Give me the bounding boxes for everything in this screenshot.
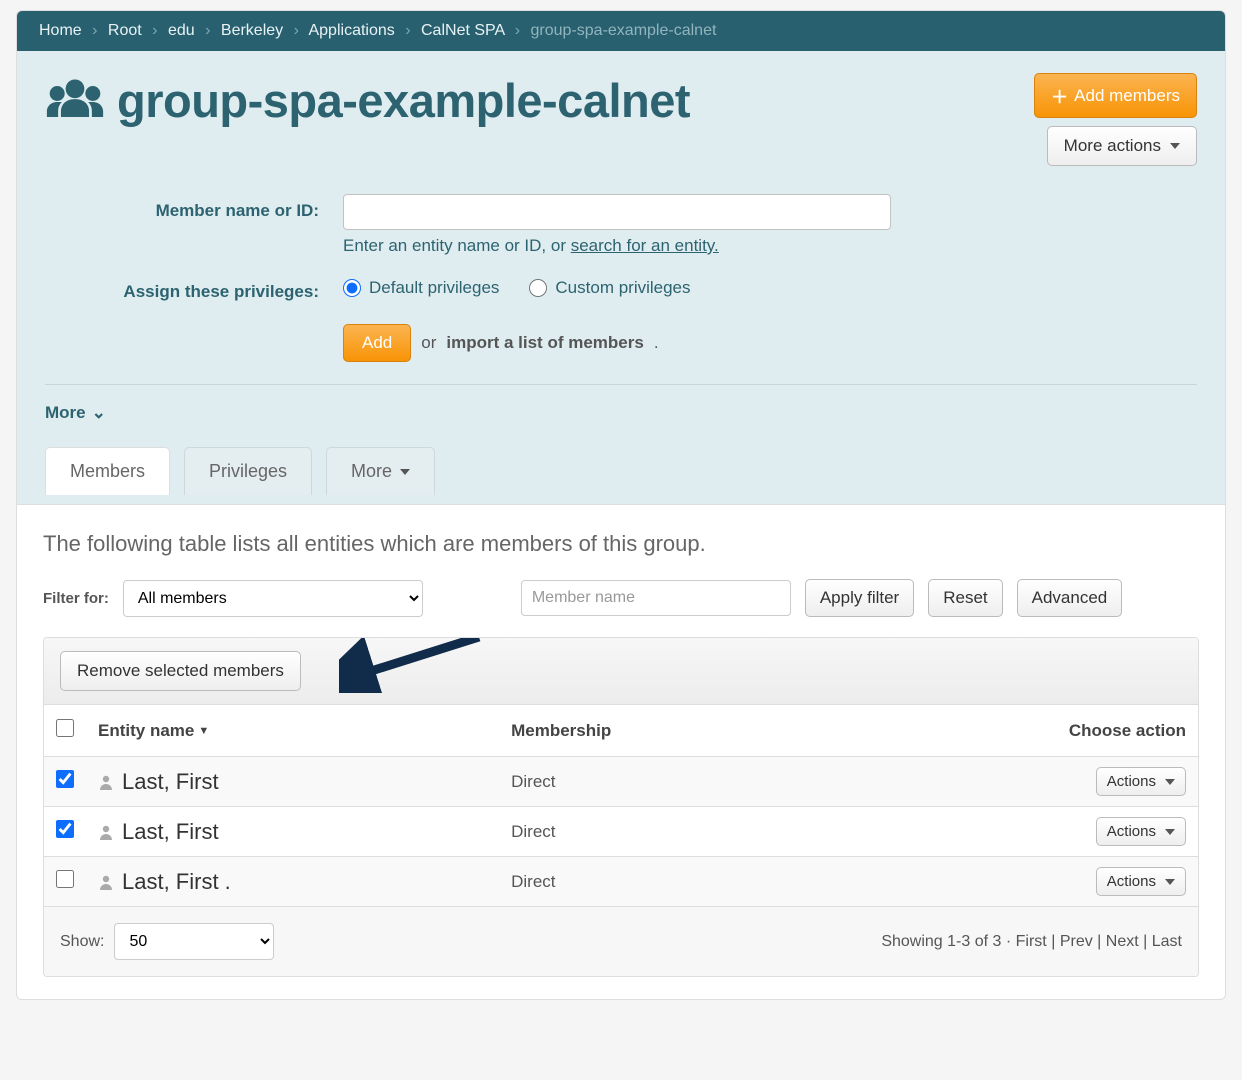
pager-next[interactable]: Next bbox=[1106, 933, 1139, 950]
member-name-input[interactable] bbox=[343, 194, 891, 230]
tab-members[interactable]: Members bbox=[45, 447, 170, 495]
membership-cell: Direct bbox=[499, 757, 826, 807]
column-entity-name[interactable]: Entity name ▼ bbox=[86, 705, 499, 757]
members-description: The following table lists all entities w… bbox=[43, 531, 1199, 557]
period-text: . bbox=[654, 333, 659, 353]
privilege-radio-default[interactable]: Default privileges bbox=[343, 278, 499, 298]
add-members-label: Add members bbox=[1074, 86, 1180, 106]
assign-privileges-label: Assign these privileges: bbox=[45, 282, 343, 302]
pager-summary: Showing 1-3 of 3 bbox=[881, 933, 1001, 950]
row-actions-button[interactable]: Actions bbox=[1096, 817, 1186, 846]
breadcrumb-item[interactable]: Applications bbox=[308, 22, 394, 39]
privilege-radio-custom[interactable]: Custom privileges bbox=[529, 278, 690, 298]
person-icon bbox=[98, 824, 114, 840]
person-icon bbox=[98, 874, 114, 890]
tab-more[interactable]: More bbox=[326, 447, 435, 495]
breadcrumb-item[interactable]: Berkeley bbox=[221, 22, 283, 39]
radio-input[interactable] bbox=[343, 279, 361, 297]
add-members-button[interactable]: ＋ Add members bbox=[1034, 73, 1197, 118]
show-label: Show: bbox=[60, 933, 104, 951]
members-table: Entity name ▼ Membership Choose action L… bbox=[44, 705, 1198, 906]
more-actions-label: More actions bbox=[1064, 136, 1161, 156]
breadcrumb-item[interactable]: Home bbox=[39, 22, 82, 39]
person-icon bbox=[98, 774, 114, 790]
chevron-right-icon: › bbox=[294, 22, 299, 39]
caret-down-icon bbox=[1165, 829, 1175, 835]
membership-cell: Direct bbox=[499, 807, 826, 857]
table-row: Last, First . Direct Actions bbox=[44, 857, 1198, 907]
apply-filter-button[interactable]: Apply filter bbox=[805, 579, 914, 617]
chevron-right-icon: › bbox=[405, 22, 410, 39]
import-members-link[interactable]: import a list of members bbox=[446, 333, 643, 353]
member-name-filter-input[interactable] bbox=[521, 580, 791, 616]
sort-caret-icon: ▼ bbox=[198, 725, 209, 737]
breadcrumb-item[interactable]: edu bbox=[168, 22, 195, 39]
breadcrumb-item[interactable]: CalNet SPA bbox=[421, 22, 504, 39]
row-checkbox[interactable] bbox=[56, 770, 74, 788]
chevron-right-icon: › bbox=[152, 22, 157, 39]
chevron-right-icon: › bbox=[205, 22, 210, 39]
caret-down-icon bbox=[1165, 879, 1175, 885]
row-actions-button[interactable]: Actions bbox=[1096, 767, 1186, 796]
page-size-select[interactable]: 50 bbox=[114, 923, 274, 960]
column-choose-action: Choose action bbox=[826, 705, 1198, 757]
caret-down-icon bbox=[1170, 143, 1180, 149]
add-button[interactable]: Add bbox=[343, 324, 411, 362]
table-row: Last, First Direct Actions bbox=[44, 757, 1198, 807]
page-title: group-spa-example-calnet bbox=[117, 73, 690, 128]
row-checkbox[interactable] bbox=[56, 820, 74, 838]
caret-down-icon bbox=[400, 469, 410, 475]
reset-filter-button[interactable]: Reset bbox=[928, 579, 1002, 617]
advanced-filter-button[interactable]: Advanced bbox=[1017, 579, 1123, 617]
column-membership: Membership bbox=[499, 705, 826, 757]
entity-name[interactable]: Last, First bbox=[122, 769, 219, 795]
member-name-label: Member name or ID: bbox=[45, 201, 343, 221]
divider bbox=[45, 384, 1197, 385]
membership-cell: Direct bbox=[499, 857, 826, 907]
radio-input[interactable] bbox=[529, 279, 547, 297]
row-checkbox[interactable] bbox=[56, 870, 74, 888]
pager-first[interactable]: First bbox=[1016, 933, 1047, 950]
more-toggle[interactable]: More bbox=[45, 403, 106, 423]
entity-name[interactable]: Last, First bbox=[122, 819, 219, 845]
pager-prev[interactable]: Prev bbox=[1060, 933, 1093, 950]
breadcrumb-item[interactable]: Root bbox=[108, 22, 142, 39]
tab-privileges[interactable]: Privileges bbox=[184, 447, 312, 495]
caret-down-icon bbox=[1165, 779, 1175, 785]
member-name-hint: Enter an entity name or ID, or search fo… bbox=[343, 236, 891, 256]
or-text: or bbox=[421, 333, 436, 353]
group-icon bbox=[45, 76, 105, 126]
plus-icon: ＋ bbox=[1051, 83, 1068, 108]
filter-for-label: Filter for: bbox=[43, 590, 109, 607]
chevron-right-icon: › bbox=[515, 22, 520, 39]
search-entity-link[interactable]: search for an entity. bbox=[571, 236, 719, 255]
breadcrumb: Home › Root › edu › Berkeley › Applicati… bbox=[17, 11, 1225, 51]
select-all-checkbox[interactable] bbox=[56, 719, 74, 737]
row-actions-button[interactable]: Actions bbox=[1096, 867, 1186, 896]
pager: Showing 1-3 of 3 · First | Prev | Next |… bbox=[881, 933, 1182, 951]
pager-last[interactable]: Last bbox=[1152, 933, 1182, 950]
chevron-right-icon: › bbox=[92, 22, 97, 39]
remove-selected-members-button[interactable]: Remove selected members bbox=[60, 651, 301, 691]
table-row: Last, First Direct Actions bbox=[44, 807, 1198, 857]
breadcrumb-current: group-spa-example-calnet bbox=[531, 22, 717, 39]
more-actions-button[interactable]: More actions bbox=[1047, 126, 1197, 166]
filter-for-select[interactable]: All members bbox=[123, 580, 423, 617]
entity-name[interactable]: Last, First . bbox=[122, 869, 231, 895]
